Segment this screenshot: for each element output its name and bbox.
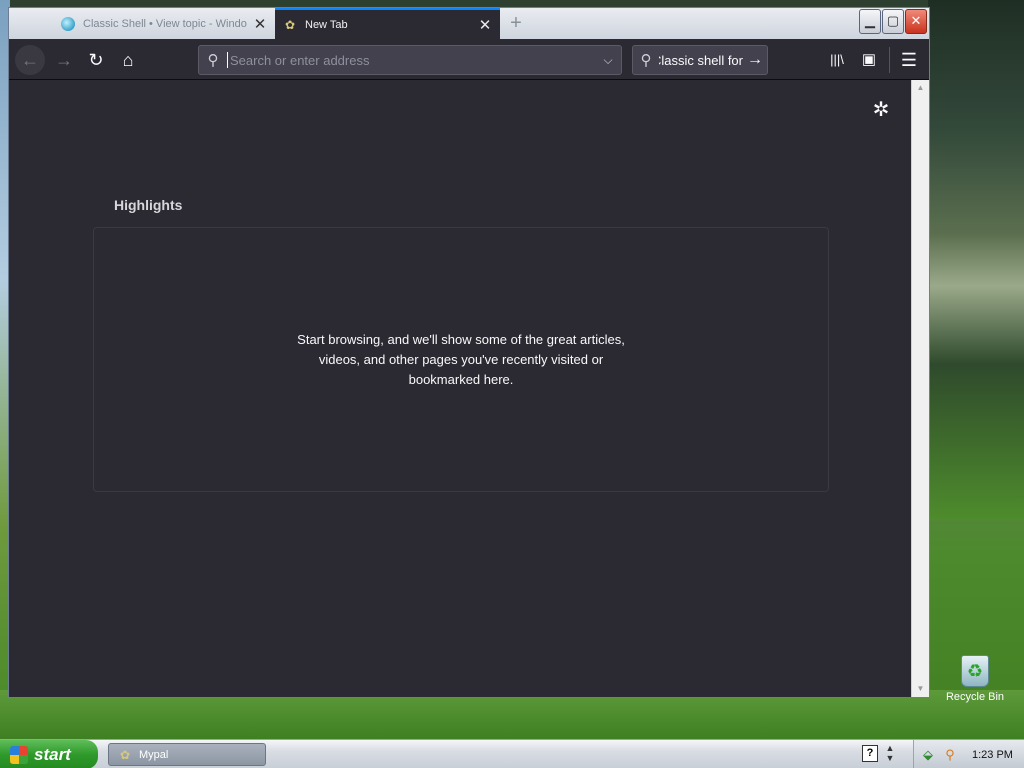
address-bar[interactable]: ⚲ ⌵: [198, 45, 622, 75]
search-go-icon[interactable]: →: [743, 51, 767, 69]
menu-icon[interactable]: ☰: [894, 45, 924, 75]
tray-arrows-icon[interactable]: ▲ ▼: [884, 743, 896, 763]
search-icon: ⚲: [640, 52, 652, 69]
new-tab-button[interactable]: +: [505, 12, 527, 34]
nav-toolbar: ← → ↻ ⌂ ⚲ ⌵ ⚲ Classic shell for → |||\ ▣…: [9, 39, 929, 80]
globe-icon: [61, 16, 75, 31]
tab-title: New Tab: [305, 18, 348, 31]
browser-window: Classic Shell • View topic - Windo ✕ ✿ N…: [8, 7, 930, 698]
search-bar-text[interactable]: Classic shell for: [659, 53, 743, 68]
new-tab-page: ✲ Highlights Start browsing, and we'll s…: [9, 80, 911, 697]
recycle-bin-label: Recycle Bin: [945, 691, 1005, 703]
clock[interactable]: 1:23 PM: [972, 749, 1013, 761]
taskbar-item-mypal[interactable]: ✿ Mypal: [108, 743, 266, 766]
chevron-down-icon[interactable]: ⌵: [595, 53, 621, 68]
highlights-empty-message: Start browsing, and we'll show some of t…: [297, 331, 625, 387]
close-window-button[interactable]: ✕: [905, 9, 927, 34]
search-tray-icon[interactable]: ⚲: [942, 747, 958, 763]
tab-classic-shell[interactable]: Classic Shell • View topic - Windo ✕: [53, 8, 275, 39]
search-bar[interactable]: ⚲ Classic shell for →: [632, 45, 768, 75]
start-label: start: [34, 744, 71, 764]
help-icon[interactable]: ?: [862, 745, 878, 762]
highlights-heading: Highlights: [114, 197, 183, 213]
vertical-scrollbar[interactable]: ▲ ▼: [911, 80, 929, 697]
address-input[interactable]: [227, 52, 595, 68]
tab-close-icon[interactable]: ✕: [476, 16, 494, 34]
tab-strip: Classic Shell • View topic - Windo ✕ ✿ N…: [9, 8, 929, 39]
gear-icon[interactable]: ✲: [869, 98, 893, 122]
taskbar: start ✿ Mypal ? ▲ ▼ ⬙ ⚲ 1:23 PM: [0, 739, 1024, 768]
palm-icon: ✿: [119, 747, 131, 762]
scroll-up-icon[interactable]: ▲: [912, 80, 929, 96]
windows-flag-icon: [10, 745, 28, 764]
recycle-bin-icon: ♻: [961, 655, 989, 687]
highlights-panel: Start browsing, and we'll show some of t…: [93, 227, 829, 492]
toolbar-separator: [889, 47, 890, 73]
maximize-button[interactable]: ▢: [882, 9, 904, 34]
search-icon: ⚲: [207, 52, 219, 69]
wallpaper-sky: [928, 0, 1024, 520]
back-button[interactable]: ←: [15, 45, 45, 75]
start-button[interactable]: start: [0, 740, 98, 768]
home-button[interactable]: ⌂: [113, 45, 143, 75]
sidebar-icon[interactable]: ▣: [854, 45, 884, 75]
tab-new-tab[interactable]: ✿ New Tab ✕: [275, 8, 500, 39]
reload-button[interactable]: ↻: [81, 45, 111, 75]
tab-close-icon[interactable]: ✕: [251, 15, 269, 33]
network-icon[interactable]: ⬙: [920, 747, 936, 763]
palm-icon: ✿: [284, 17, 296, 32]
scroll-down-icon[interactable]: ▼: [912, 681, 929, 697]
library-icon[interactable]: |||\: [822, 45, 852, 75]
system-tray: ⬙ ⚲ 1:23 PM: [913, 740, 1024, 768]
minimize-button[interactable]: ▁: [859, 9, 881, 34]
taskbar-item-label: Mypal: [139, 748, 169, 761]
tab-title: Classic Shell • View topic - Windo: [83, 17, 247, 30]
recycle-bin-shortcut[interactable]: ♻ Recycle Bin: [940, 655, 1010, 703]
forward-button[interactable]: →: [49, 45, 79, 75]
